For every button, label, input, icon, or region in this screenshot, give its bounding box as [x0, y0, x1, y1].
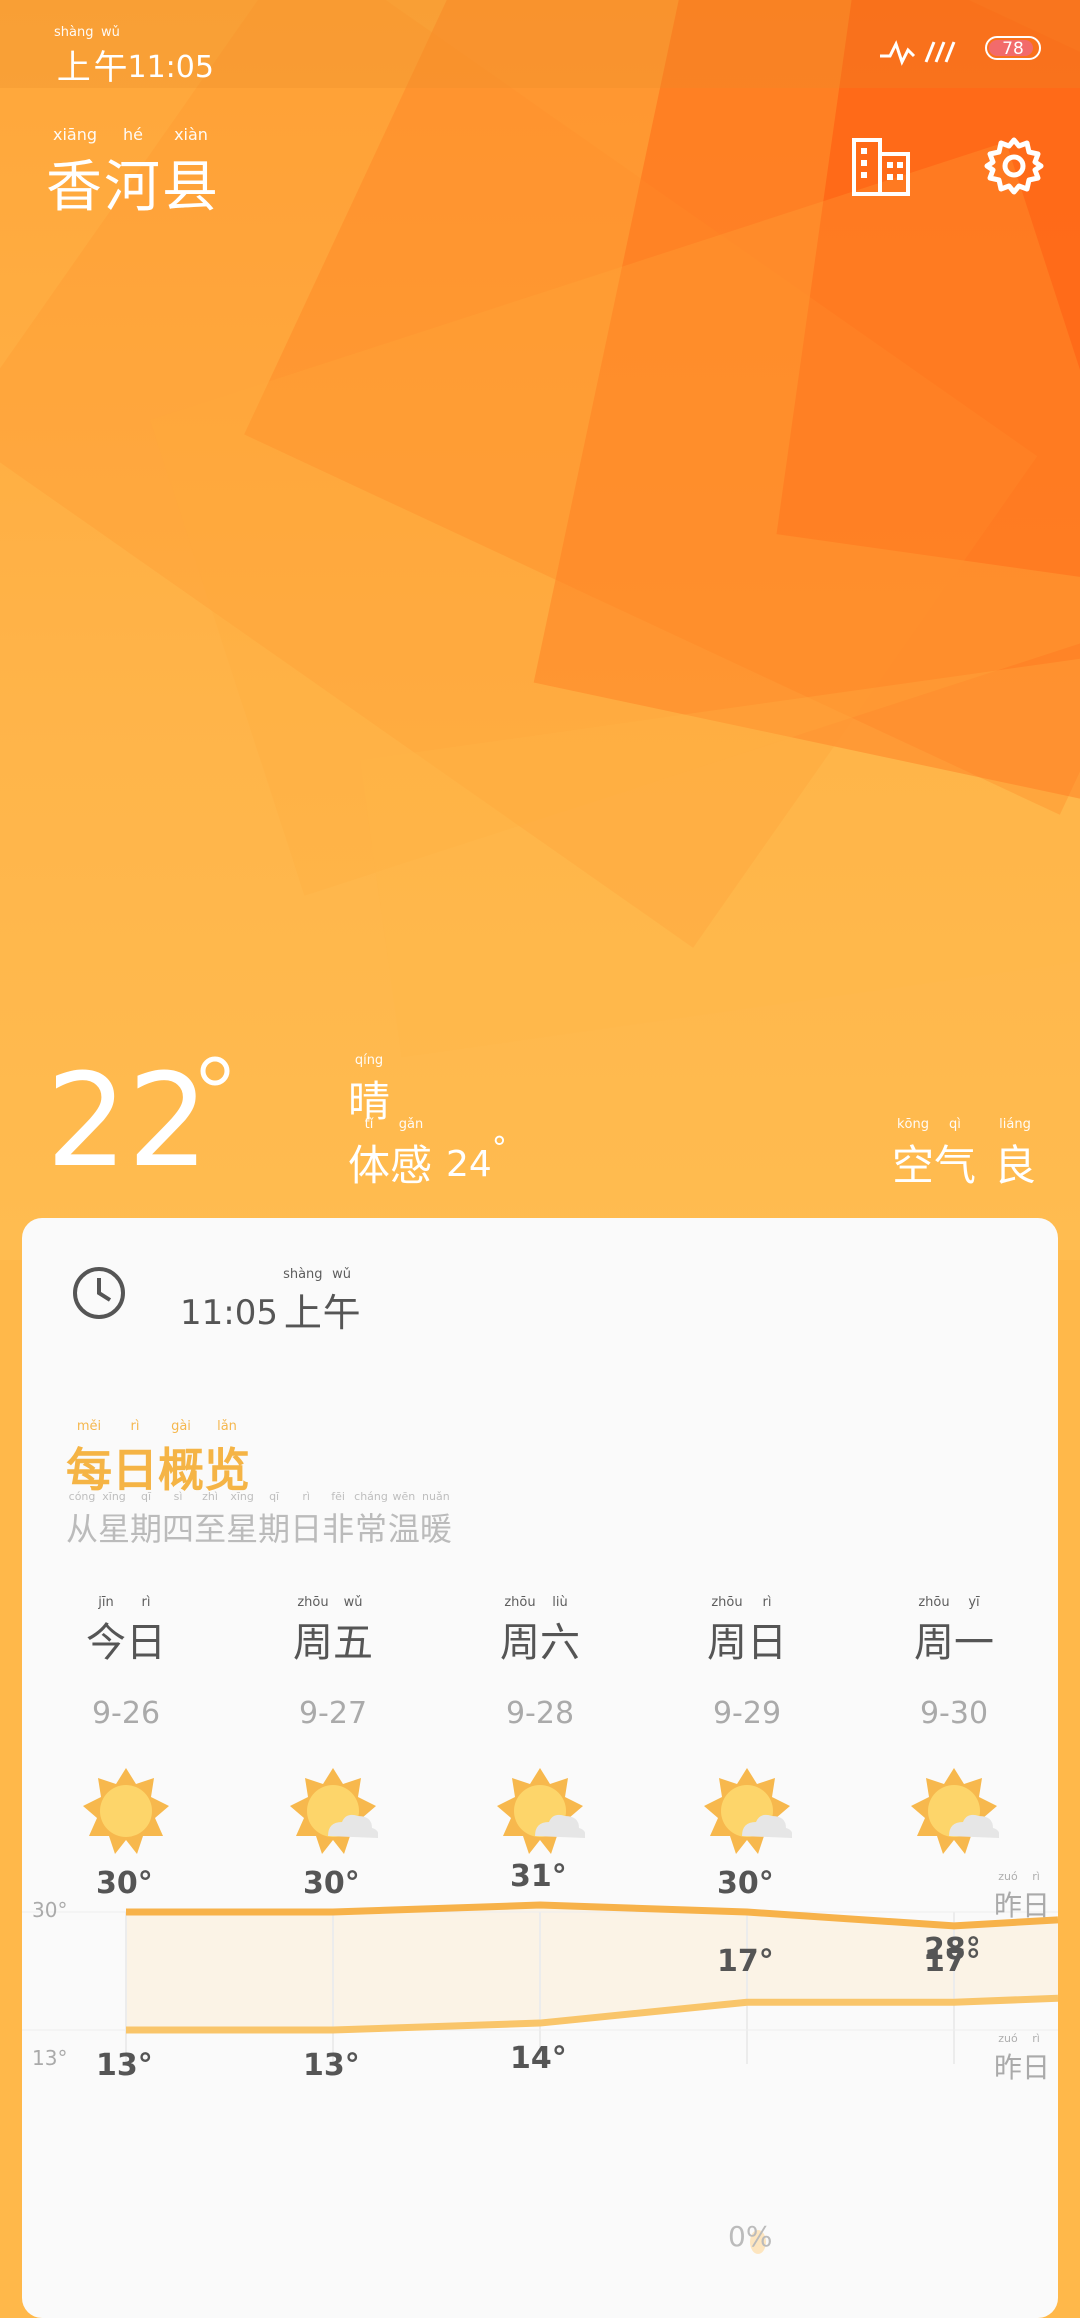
pinyin: shàng [54, 25, 94, 40]
axis-bottom-label: 13° [32, 2046, 68, 2070]
building-icon[interactable] [850, 136, 912, 198]
pinyin: rì [302, 1490, 310, 1503]
pinyin: qíng [354, 1053, 384, 1068]
pinyin: xiāng [52, 125, 97, 144]
high-temp-label: 30° [96, 1866, 153, 1901]
high-temp-label: 31° [510, 1859, 567, 1895]
status-time: shàng 上 wǔ 午11:05 [54, 25, 214, 89]
current-temperature: 22 [46, 1047, 209, 1196]
summary-title: měi 每 rì 日 gài 概 lǎn 览 [66, 1419, 250, 1498]
pinyin: sì [173, 1490, 183, 1503]
forecast-date: 9-27 [298, 1696, 368, 1731]
battery-icon: 78 [985, 36, 1041, 60]
summary-description: cóng 从 xīng 星 qī 期 sì 四 zhì 至 xīng 星 qī 期 rì 日 fēi 非 cháng… [66, 1490, 452, 1548]
pinyin: xīng [102, 1490, 126, 1503]
forecast-day-1[interactable]: zhōu 周 wǔ 五 [243, 1596, 423, 1668]
low-temp-label: 17° [924, 1944, 981, 1980]
pinyin: qì [949, 1117, 961, 1132]
pinyin: shàng [283, 1267, 323, 1282]
pinyin: wēn [392, 1490, 416, 1503]
forecast-day-0[interactable]: jīn 今 rì 日 [36, 1596, 216, 1668]
pinyin: liáng [999, 1117, 1031, 1132]
forecast-date: 9-26 [91, 1696, 161, 1731]
feels-like: tǐ 体 gǎn 感 24° [348, 1117, 507, 1191]
pinyin: xīng [230, 1490, 254, 1503]
pinyin: fēi [331, 1490, 345, 1503]
sun-cloud-icon [497, 1768, 585, 1854]
pinyin: nuǎn [422, 1490, 450, 1503]
forecast-day-3[interactable]: zhōu 周 rì 日 [657, 1596, 837, 1668]
yesterday-label: zuó 昨 rì 日 [994, 1870, 1051, 1922]
low-temp-label: 13° [303, 2048, 360, 2083]
feels-like-value: 24 [446, 1144, 492, 1185]
pinyin: tǐ [364, 1117, 374, 1132]
air-quality[interactable]: kōng 空 qì 气 liáng 良 [892, 1118, 1036, 1193]
high-temp-label: 30° [717, 1866, 774, 1901]
pinyin: cóng [68, 1490, 96, 1503]
pinyin: cháng [354, 1490, 388, 1503]
pinyin: gǎn [398, 1117, 424, 1132]
forecast-day-2[interactable]: zhōu 周 liù 六 [450, 1596, 630, 1668]
pinyin: xiàn [174, 125, 208, 144]
status-clock: 11:05 [127, 50, 214, 85]
low-temp-label: 14° [510, 2041, 567, 2077]
city-name[interactable]: xiāng 香 hé 河 xiàn 县 [46, 125, 220, 223]
sun-icon [83, 1768, 169, 1854]
sun-cloud-icon [290, 1768, 378, 1854]
precipitation-label: 0% [728, 2220, 773, 2253]
degree-icon [200, 1056, 230, 1086]
forecast-date: 9-28 [505, 1696, 575, 1731]
pinyin: wǔ [101, 25, 120, 40]
gear-icon[interactable] [984, 136, 1044, 196]
pinyin: hé [123, 125, 143, 144]
low-temp-label: 17° [717, 1944, 774, 1980]
axis-top-label: 30° [32, 1898, 68, 1922]
pinyin: wǔ [332, 1267, 351, 1282]
pinyin: qī [269, 1490, 280, 1503]
forecast-card: 11:05 shàng 上 wǔ 午 měi 每 rì 日 gài 概 lǎn 览 cóng 从 xīn… [22, 1218, 1058, 2318]
forecast-date: 9-30 [919, 1696, 989, 1731]
yesterday-label: zuó 昨 rì 日 [994, 2032, 1051, 2084]
pinyin: qī [141, 1490, 152, 1503]
battery-level: 78 [1002, 39, 1024, 59]
pinyin: kōng [896, 1117, 929, 1132]
forecast-day-4[interactable]: zhōu 周 yī 一 [864, 1596, 1044, 1668]
sun-cloud-icon [911, 1768, 999, 1854]
pinyin: zhì [202, 1490, 218, 1503]
clock-icon [73, 1267, 125, 1319]
forecast-date: 9-29 [712, 1696, 782, 1731]
signal-icon [880, 40, 956, 66]
low-temp-label: 13° [96, 2048, 153, 2083]
update-time: 11:05 shàng 上 wǔ 午 [180, 1267, 361, 1336]
high-temp-label: 30° [303, 1866, 360, 1901]
sun-cloud-icon [704, 1768, 792, 1854]
